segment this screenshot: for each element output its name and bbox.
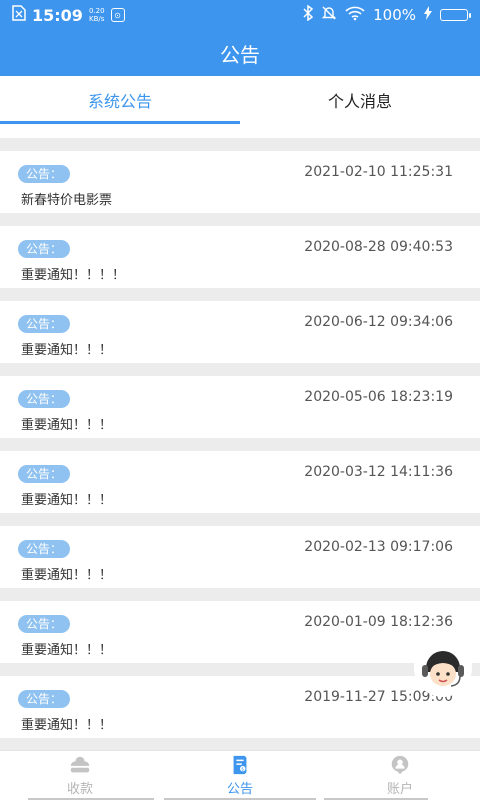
notice-date: 2020-08-28 09:40:53 — [304, 239, 453, 255]
notice-badge: 公告： — [18, 540, 71, 558]
headset-avatar-icon — [414, 639, 472, 697]
notice-badge: 公告： — [18, 315, 71, 333]
battery-icon — [440, 9, 471, 21]
receive-money-icon — [70, 756, 90, 773]
notice-date: 2020-05-06 18:23:19 — [304, 389, 453, 405]
notice-badge: 公告： — [18, 465, 71, 483]
tab-bar: 系统公告 个人消息 — [0, 76, 480, 124]
bottom-nav: 收款 $ 公告 账户 — [0, 750, 480, 800]
list-item[interactable]: 公告： 2020-03-12 14:11:36 重要通知！！！ — [0, 451, 480, 513]
tab-personal-messages[interactable]: 个人消息 — [240, 76, 480, 124]
account-icon — [391, 755, 409, 775]
bluetooth-icon — [303, 4, 314, 25]
list-item[interactable]: 公告： 2020-06-12 09:34:06 重要通知！！！ — [0, 301, 480, 363]
notification-app-icon: ⊙ — [110, 8, 125, 22]
notice-badge: 公告： — [18, 615, 71, 633]
speed-unit: KB/s — [89, 15, 105, 23]
notice-badge: 公告： — [18, 240, 71, 258]
notice-title: 重要通知！！！ — [21, 568, 113, 583]
svg-text:$: $ — [241, 767, 244, 773]
tab-system-notices[interactable]: 系统公告 — [0, 76, 240, 124]
nav-item-receive[interactable]: 收款 — [0, 751, 160, 800]
notice-badge: 公告： — [18, 165, 71, 183]
list-item[interactable]: 公告： 2020-08-28 09:40:53 重要通知！！！！ — [0, 226, 480, 288]
notice-title: 重要通知！！！！ — [21, 268, 126, 283]
mute-bell-icon — [321, 5, 337, 25]
notice-icon: $ — [233, 755, 247, 775]
notice-title: 新春特价电影票 — [21, 193, 113, 208]
nav-label-account: 账户 — [386, 782, 413, 797]
notice-date: 2020-02-13 09:17:06 — [304, 539, 453, 555]
notice-date: 2020-01-09 18:12:36 — [304, 614, 453, 630]
customer-service-avatar-button[interactable] — [413, 638, 473, 698]
clock: 15:09 — [32, 5, 83, 25]
nav-label-receive: 收款 — [66, 782, 93, 797]
nav-label-notice: 公告 — [226, 782, 253, 797]
status-bar: 15:09 0.20 KB/s ⊙ 100% — [0, 0, 480, 30]
page-title: 公告 — [0, 30, 480, 76]
list-item[interactable]: 公告： 2020-01-09 18:12:36 重要通知！！！ — [0, 601, 480, 663]
notice-badge: 公告： — [18, 690, 71, 708]
notice-badge: 公告： — [18, 390, 71, 408]
notice-date: 2020-06-12 09:34:06 — [304, 314, 453, 330]
nav-item-account[interactable]: 账户 — [320, 751, 480, 800]
list-item-partial — [0, 124, 480, 138]
notice-title: 重要通知！！！ — [21, 718, 113, 733]
charging-icon — [424, 6, 432, 24]
list-item[interactable]: 公告： 2020-02-13 09:17:06 重要通知！！！ — [0, 526, 480, 588]
notice-title: 重要通知！！！ — [21, 418, 113, 433]
notice-list[interactable]: 公告： 2021-02-10 11:25:31 新春特价电影票 公告： 2020… — [0, 124, 480, 750]
notice-title: 重要通知！！！ — [21, 493, 113, 508]
wifi-icon — [345, 5, 365, 25]
network-speed: 0.20 KB/s — [89, 7, 105, 23]
battery-percent: 100% — [373, 6, 416, 24]
notice-date: 2020-03-12 14:11:36 — [304, 464, 453, 480]
notice-title: 重要通知！！！ — [21, 343, 113, 358]
notice-date: 2021-02-10 11:25:31 — [304, 164, 453, 180]
list-item[interactable]: 公告： 2019-11-27 15:09:00 重要通知！！！ — [0, 676, 480, 738]
sim-icon — [12, 5, 26, 25]
nav-item-notice[interactable]: $ 公告 — [160, 751, 320, 800]
list-item[interactable]: 公告： 2020-05-06 18:23:19 重要通知！！！ — [0, 376, 480, 438]
speed-value: 0.20 — [88, 7, 105, 15]
list-item[interactable]: 公告： 2021-02-10 11:25:31 新春特价电影票 — [0, 151, 480, 213]
notice-title: 重要通知！！！ — [21, 643, 113, 658]
